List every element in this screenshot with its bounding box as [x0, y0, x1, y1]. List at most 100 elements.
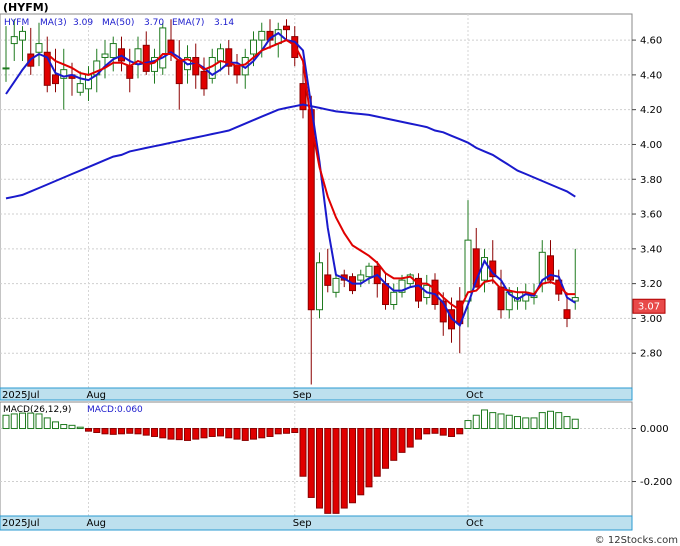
- macd-legend-value: 0.060: [117, 405, 143, 415]
- macd-bar: [448, 428, 455, 437]
- macd-bar: [522, 417, 530, 430]
- macd-bar: [563, 416, 571, 430]
- macd-bar: [398, 428, 406, 453]
- last-price-tag: 3.07: [632, 298, 666, 314]
- macd-bar: [192, 428, 200, 440]
- macd-x-tick-label: 2025Jul: [2, 518, 40, 529]
- macd-bar: [472, 414, 480, 430]
- price-y-tick-label: 4.60: [640, 36, 662, 47]
- macd-bar: [159, 428, 167, 439]
- ma3-legend-label: MA(3): [40, 18, 67, 28]
- macd-bar: [514, 416, 521, 430]
- ma50-legend-label: MA(50): [102, 18, 134, 28]
- macd-bar: [233, 428, 241, 440]
- macd-bar: [19, 412, 26, 430]
- macd-bar: [464, 420, 472, 430]
- macd-bar: [291, 428, 299, 433]
- macd-y-tick-label: -0.200: [640, 477, 672, 488]
- macd-bar: [365, 428, 373, 488]
- macd-bar: [85, 428, 92, 432]
- macd-bar: [126, 428, 134, 434]
- macd-bar: [406, 428, 414, 448]
- macd-bar: [208, 428, 216, 437]
- macd-bar: [382, 428, 389, 469]
- macd-bar: [283, 428, 290, 434]
- macd-bar: [200, 428, 208, 439]
- macd-bar: [258, 428, 266, 439]
- macd-bar: [60, 424, 68, 430]
- price-y-tick-label: 4.20: [640, 105, 662, 116]
- ema7-legend-value: 3.14: [214, 18, 234, 28]
- macd-bar: [456, 428, 464, 435]
- macd-bar: [357, 428, 365, 496]
- macd-x-tick-label: Sep: [293, 518, 312, 529]
- chart-title: (HYFM): [3, 1, 49, 14]
- macd-bar: [481, 409, 488, 430]
- price-y-tick-label: 4.40: [640, 70, 662, 81]
- macd-bar: [43, 417, 51, 430]
- macd-bar: [423, 428, 431, 435]
- ma3-legend-value: 3.09: [73, 18, 93, 28]
- macd-bar: [340, 428, 348, 509]
- price-x-tick-label: Sep: [293, 390, 312, 401]
- macd-bar: [547, 410, 554, 430]
- ema7-legend-label: EMA(7): [172, 18, 204, 28]
- macd-legend-value-label: MACD:: [87, 405, 117, 415]
- macd-bar: [142, 428, 150, 436]
- macd-bar: [151, 428, 158, 437]
- macd-bar: [250, 428, 257, 440]
- last-price-label: 3.07: [638, 302, 660, 313]
- macd-bar: [390, 428, 398, 461]
- price-y-tick-label: 2.80: [640, 349, 662, 360]
- macd-bar: [316, 428, 323, 509]
- macd-bar: [167, 428, 175, 440]
- price-y-tick-label: 3.60: [640, 210, 662, 221]
- macd-bar: [274, 428, 282, 435]
- macd-bar: [225, 428, 233, 439]
- price-y-tick-label: 3.80: [640, 175, 662, 186]
- macd-bar: [118, 428, 125, 435]
- footer-credit: © 12Stocks.com: [595, 535, 678, 546]
- price-y-tick-label: 4.00: [640, 140, 662, 151]
- macd-bar: [27, 412, 35, 430]
- macd-bar: [431, 428, 439, 434]
- macd-bar: [307, 428, 315, 498]
- ma50-legend-value: 3.70: [144, 18, 164, 28]
- macd-bar: [530, 417, 538, 430]
- price-x-tick-label: Oct: [466, 390, 483, 401]
- macd-bar: [505, 414, 513, 430]
- price-legend-symbol: HYFM: [4, 18, 29, 28]
- macd-bar: [101, 428, 109, 435]
- macd-bar: [415, 428, 422, 440]
- macd-bar: [332, 428, 340, 514]
- price-panel: 4.60 4.40 4.20 4.00 3.80 3.60 3.40 3.20 3.00 2.80…: [0, 1, 666, 401]
- macd-bar: [266, 428, 274, 437]
- macd-bar: [489, 412, 497, 430]
- macd-bar: [571, 418, 579, 430]
- macd-bar: [349, 428, 356, 504]
- macd-bar: [76, 426, 84, 430]
- macd-bar: [175, 428, 183, 441]
- price-y-tick-label: 3.40: [640, 244, 662, 255]
- macd-bar: [68, 424, 76, 430]
- price-y-tick-label: 3.00: [640, 314, 662, 325]
- macd-bar: [373, 428, 381, 477]
- macd-bar: [555, 412, 563, 430]
- macd-bar: [497, 413, 505, 430]
- macd-bar: [217, 428, 224, 437]
- macd-bar: [109, 428, 117, 435]
- candle: [159, 22, 167, 75]
- macd-bar: [241, 428, 249, 441]
- macd-bar: [52, 421, 59, 430]
- macd-x-tick-label: Oct: [466, 518, 483, 529]
- macd-y-tick-label: 0.000: [640, 424, 669, 435]
- macd-panel: 0.000 -0.200 MACD(26,12,9) MACD: 0.060 20…: [0, 401, 672, 531]
- macd-legend-label: MACD(26,12,9): [3, 405, 71, 415]
- macd-bar: [93, 428, 101, 433]
- price-y-tick-label: 3.20: [640, 279, 662, 290]
- macd-bar: [299, 428, 307, 477]
- price-x-tick-label: 2025Jul: [2, 390, 40, 401]
- macd-bar: [10, 413, 18, 430]
- macd-bar: [439, 428, 447, 436]
- macd-bar: [2, 414, 10, 430]
